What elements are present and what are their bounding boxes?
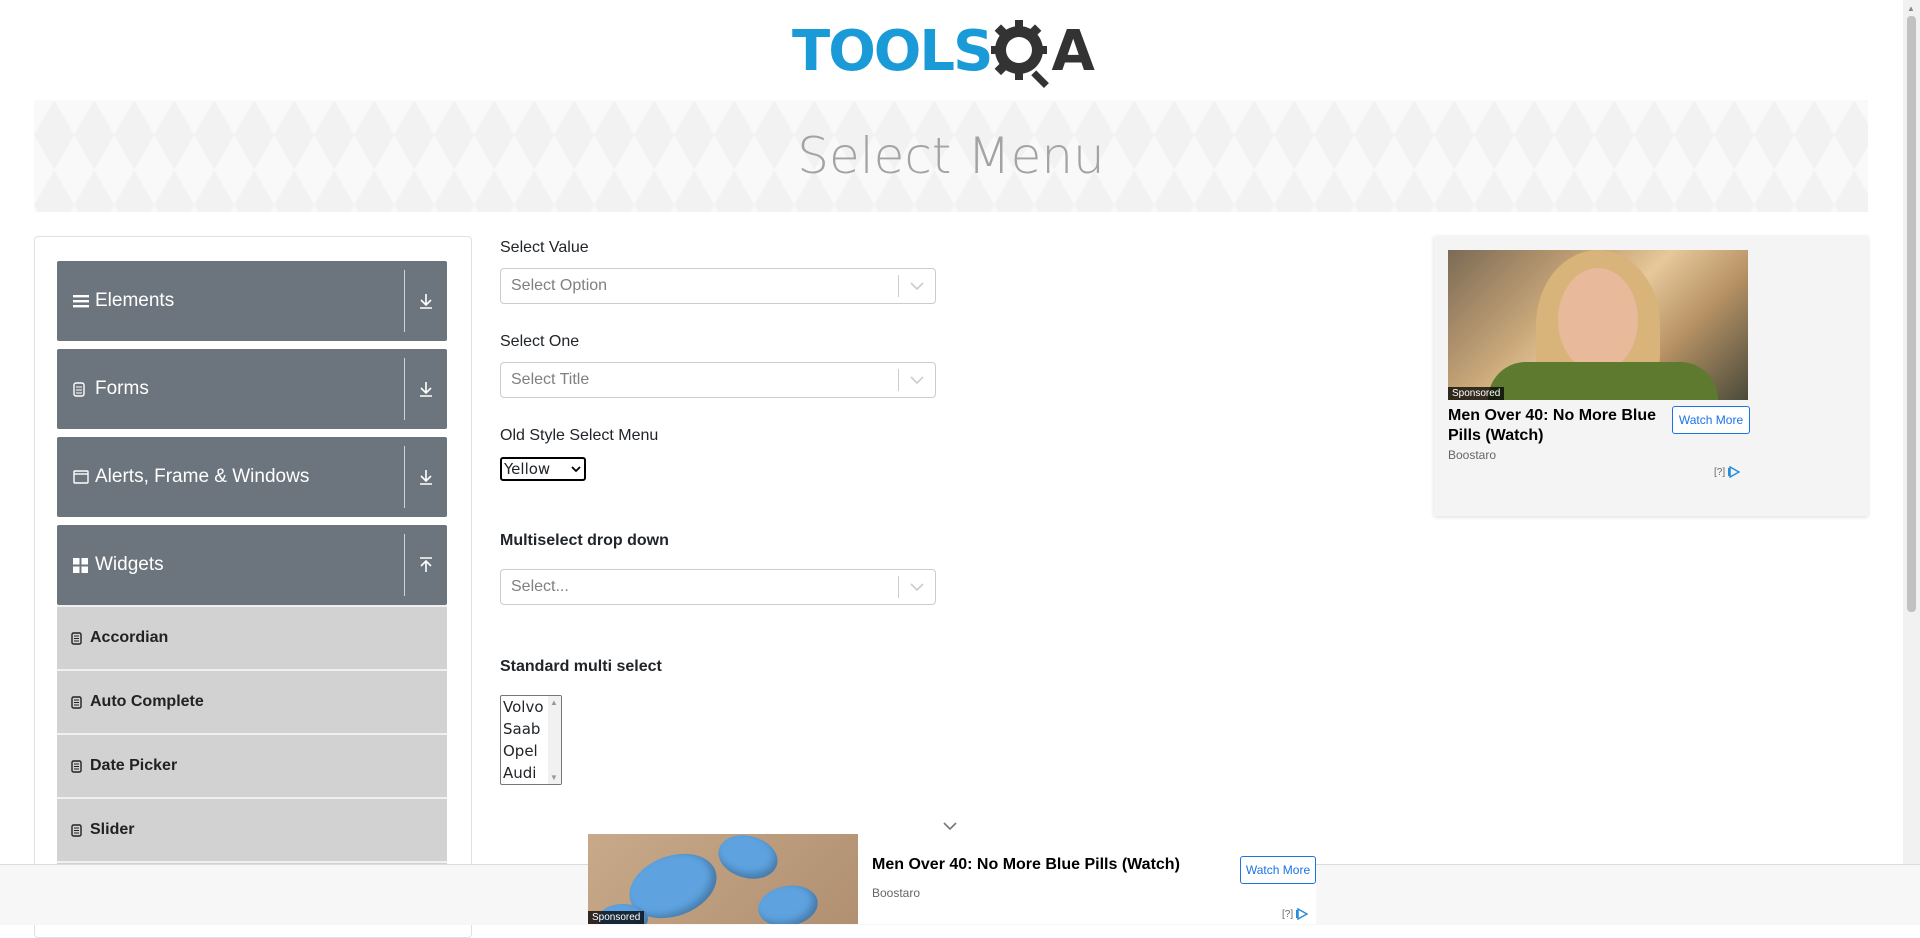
sidebar-item-accordian[interactable]: Accordian <box>57 605 447 669</box>
ad-image[interactable]: Sponsored <box>588 834 858 924</box>
scroll-down-icon[interactable]: ▼ <box>550 773 558 782</box>
old-style-select-label: Old Style Select Menu <box>500 427 659 444</box>
hamburger-icon <box>73 294 89 308</box>
sponsored-ad-right[interactable]: Sponsored Men Over 40: No More Blue Pill… <box>1434 236 1868 516</box>
chevron-down-icon[interactable] <box>899 282 935 290</box>
ad-image[interactable]: Sponsored <box>1448 250 1748 400</box>
sidebar-group-forms[interactable]: Forms <box>57 349 447 429</box>
select-one-placeholder: Select Title <box>511 371 590 388</box>
sidebar-group-elements[interactable]: Elements <box>57 261 447 341</box>
select-one-label: Select One <box>500 333 580 350</box>
sidebar: Elements Forms Alerts, Frame & Windows W… <box>34 236 472 938</box>
sidebar-group-label: Elements <box>95 290 175 311</box>
sidebar-item-label: Accordian <box>90 629 169 646</box>
sidebar-item-auto-complete[interactable]: Auto Complete <box>57 669 447 733</box>
watch-more-button[interactable]: Watch More <box>1240 856 1316 884</box>
sidebar-item-slider[interactable]: Slider <box>57 797 447 861</box>
sidebar-item-label: Auto Complete <box>90 693 204 710</box>
adchoices[interactable]: [?] <box>1714 466 1741 478</box>
adchoices-text: [?] <box>1282 908 1294 920</box>
ad-title[interactable]: Men Over 40: No More Blue Pills (Watch) <box>1448 406 1668 446</box>
old-style-selected-value: Yellow <box>504 460 551 478</box>
scroll-up-icon[interactable]: ▲ <box>550 698 558 707</box>
toolsqa-logo[interactable]: TOOLS A <box>792 14 1095 90</box>
download-arrow-icon[interactable] <box>405 293 447 309</box>
pill-shape <box>713 834 783 886</box>
divider <box>404 270 405 332</box>
ad-title[interactable]: Men Over 40: No More Blue Pills (Watch) <box>872 856 1180 874</box>
sidebar-item-label: Slider <box>90 821 135 838</box>
adchoices-icon <box>1296 908 1309 920</box>
scroll-up-icon[interactable]: ▲ <box>1907 4 1915 13</box>
window-icon <box>73 470 89 484</box>
sponsored-ad-bottom[interactable]: Sponsored Men Over 40: No More Blue Pill… <box>588 834 1316 924</box>
sidebar-group-label: Widgets <box>95 554 164 575</box>
list-document-icon <box>71 631 83 645</box>
sidebar-item-date-picker[interactable]: Date Picker <box>57 733 447 797</box>
chevron-down-icon[interactable] <box>899 583 935 591</box>
select-value-placeholder: Select Option <box>511 277 608 294</box>
download-arrow-icon[interactable] <box>405 381 447 397</box>
document-icon <box>73 381 89 397</box>
ad-source[interactable]: Boostaro <box>1448 448 1496 462</box>
sidebar-group-label: Alerts, Frame & Windows <box>95 466 310 487</box>
logo-text-a: A <box>1051 19 1094 84</box>
divider <box>404 534 405 596</box>
adchoices-icon <box>1728 466 1741 478</box>
sidebar-group-label: Forms <box>95 378 149 399</box>
logo-gear-magnifier-icon <box>991 20 1050 89</box>
multiselect-label: Multiselect drop down <box>500 532 669 549</box>
select-one-dropdown[interactable]: Select Title <box>500 362 936 398</box>
divider <box>404 358 405 420</box>
page-scrollbar[interactable]: ▲ <box>1903 0 1920 924</box>
download-arrow-icon[interactable] <box>405 469 447 485</box>
standard-multi-select-label: Standard multi select <box>500 658 662 675</box>
ad-image-face <box>1558 268 1638 372</box>
sponsored-tag: Sponsored <box>588 911 645 924</box>
adchoices-text: [?] <box>1714 466 1726 478</box>
ad-image-shirt <box>1488 362 1718 400</box>
sponsored-tag: Sponsored <box>1448 387 1505 400</box>
page-title: Select Menu <box>797 127 1105 185</box>
pill-shape <box>754 881 822 924</box>
list-document-icon <box>71 823 83 837</box>
watch-more-button[interactable]: Watch More <box>1672 406 1750 434</box>
chevron-down-icon <box>568 465 584 473</box>
adchoices[interactable]: [?] <box>1282 908 1309 920</box>
ad-source[interactable]: Boostaro <box>872 886 920 900</box>
multiselect-dropdown[interactable]: Select... <box>500 569 936 605</box>
sidebar-group-alerts[interactable]: Alerts, Frame & Windows <box>57 437 447 517</box>
logo-text-tools: TOOLS <box>792 19 993 84</box>
grid-icon <box>73 557 89 573</box>
page-banner: Select Menu <box>34 100 1868 212</box>
multiselect-placeholder: Select... <box>511 578 569 595</box>
scrollbar-thumb[interactable] <box>1907 16 1916 612</box>
list-document-icon <box>71 695 83 709</box>
upload-arrow-icon[interactable] <box>405 557 447 573</box>
sidebar-group-widgets[interactable]: Widgets <box>57 525 447 605</box>
standard-multi-select[interactable]: Volvo Saab Opel Audi ▲ ▼ <box>500 695 562 785</box>
select-value-label: Select Value <box>500 239 589 256</box>
old-style-select[interactable]: Yellow <box>500 457 586 481</box>
list-document-icon <box>71 759 83 773</box>
divider <box>404 446 405 508</box>
select-value-dropdown[interactable]: Select Option <box>500 268 936 304</box>
sidebar-item-label: Date Picker <box>90 757 178 774</box>
chevron-down-icon[interactable] <box>899 376 935 384</box>
multi-select-scrollbar[interactable]: ▲ ▼ <box>548 696 561 784</box>
